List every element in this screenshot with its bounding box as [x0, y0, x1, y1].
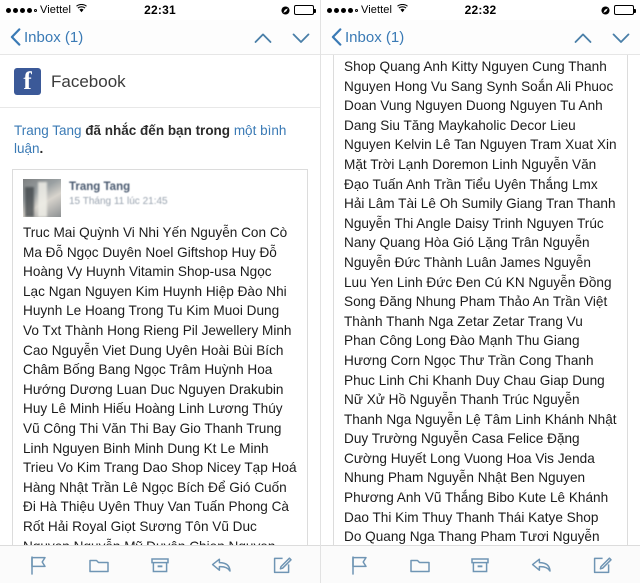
screenshot-pair: Viettel 22:31 Inbox (1) f Facebook Trang…	[0, 0, 640, 583]
chevron-down-icon[interactable]	[612, 31, 630, 43]
navigation-bar-right: Inbox (1)	[321, 20, 640, 55]
back-to-inbox-button[interactable]: Inbox (1)	[331, 28, 404, 46]
comment-card: Trang Tang 15 Tháng 11 lúc 21:45 Truc Ma…	[12, 169, 308, 545]
sender-name: Facebook	[51, 71, 126, 91]
status-bar-left: Viettel 22:31	[0, 0, 320, 20]
mention-actor-link[interactable]: Trang Tang	[14, 123, 82, 138]
navigation-bar-left: Inbox (1)	[0, 20, 320, 55]
bottom-toolbar-left	[0, 545, 320, 583]
chevron-left-icon	[331, 28, 342, 46]
comment-author-meta: Trang Tang 15 Tháng 11 lúc 21:45	[69, 179, 168, 208]
compose-icon[interactable]	[591, 554, 613, 576]
comment-card-continued: Shop Quang Anh Kitty Nguyen Cung Thanh N…	[333, 55, 628, 545]
phone-screen-left: Viettel 22:31 Inbox (1) f Facebook Trang…	[0, 0, 320, 583]
bottom-toolbar-right	[321, 545, 640, 583]
sender-row: f Facebook	[0, 55, 320, 108]
mention-notification-line: Trang Tang đã nhắc đến bạn trong một bìn…	[0, 108, 320, 169]
status-bar-clock: 22:31	[144, 3, 176, 17]
message-nav-buttons	[574, 31, 630, 43]
back-label: Inbox (1)	[345, 28, 405, 46]
chevron-up-icon[interactable]	[574, 31, 592, 43]
comment-author-row: Trang Tang 15 Tháng 11 lúc 21:45	[23, 179, 297, 218]
comment-text-continued: Shop Quang Anh Kitty Nguyen Cung Thanh N…	[344, 59, 617, 545]
compose-icon[interactable]	[271, 554, 293, 576]
comment-timestamp: 15 Tháng 11 lúc 21:45	[69, 196, 168, 208]
folder-icon[interactable]	[88, 554, 110, 576]
chevron-left-icon	[10, 28, 21, 46]
battery-icon	[614, 5, 636, 15]
reply-icon[interactable]	[530, 554, 552, 576]
chevron-down-icon[interactable]	[292, 31, 310, 43]
flag-icon[interactable]	[27, 554, 49, 576]
message-body-right: Shop Quang Anh Kitty Nguyen Cung Thanh N…	[321, 55, 640, 545]
status-bar-clock: 22:32	[464, 3, 497, 17]
facebook-logo-letter: f	[23, 68, 32, 95]
avatar	[23, 179, 61, 218]
comment-author-name: Trang Tang	[69, 181, 131, 194]
message-nav-buttons	[254, 31, 310, 43]
back-to-inbox-button[interactable]: Inbox (1)	[10, 28, 83, 46]
archive-icon[interactable]	[149, 554, 171, 576]
location-arrow-icon	[601, 5, 610, 15]
status-bar-indicators	[601, 5, 636, 15]
folder-icon[interactable]	[409, 554, 431, 576]
status-bar-right: Viettel 22:32	[321, 0, 640, 20]
location-arrow-icon	[281, 5, 290, 15]
flag-icon[interactable]	[348, 554, 370, 576]
back-label: Inbox (1)	[24, 28, 84, 46]
comment-text: Truc Mai Quỳnh Vi Nhi Yến Nguyễn Con Cò …	[23, 225, 297, 545]
mention-end-text: .	[39, 140, 44, 156]
archive-icon[interactable]	[469, 554, 491, 576]
battery-icon	[294, 5, 316, 15]
chevron-up-icon[interactable]	[254, 31, 272, 43]
reply-icon[interactable]	[210, 554, 232, 576]
facebook-logo-icon: f	[14, 68, 41, 95]
message-body-left: f Facebook Trang Tang đã nhắc đến bạn tr…	[0, 55, 320, 545]
mention-middle-text: đã nhắc đến bạn trong	[81, 123, 234, 138]
status-bar-indicators	[281, 5, 316, 15]
phone-screen-right: Viettel 22:32 Inbox (1) Shop Quang Anh K…	[320, 0, 640, 583]
